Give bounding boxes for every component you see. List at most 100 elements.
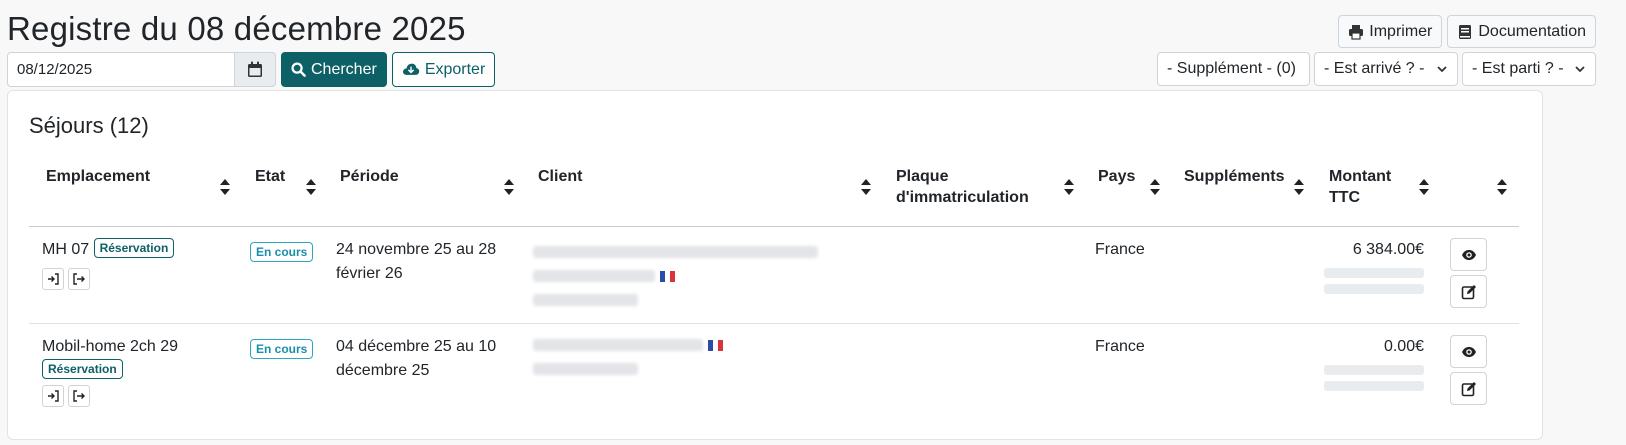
emplacement-name: Mobil-home 2ch 29 <box>42 338 179 355</box>
table-header: Emplacement Etat Période Client Plaque d… <box>29 163 1519 227</box>
date-input[interactable]: 08/12/2025 <box>7 52 234 87</box>
departed-filter[interactable]: - Est parti ? - <box>1462 52 1596 86</box>
etat-cell: En cours <box>250 240 314 264</box>
export-label: Exporter <box>424 60 486 78</box>
col-pays[interactable]: Pays <box>1098 166 1135 187</box>
arrival-actions <box>42 385 94 410</box>
mark-departed-button[interactable] <box>68 268 90 290</box>
redacted-text <box>533 270 655 282</box>
view-button[interactable] <box>1450 335 1487 368</box>
mark-arrived-button[interactable] <box>42 385 64 407</box>
french-flag-icon <box>660 270 675 282</box>
periode-cell: 04 décembre 25 au 10 décembre 25 <box>336 335 496 383</box>
search-button[interactable]: Chercher <box>281 52 387 87</box>
col-client[interactable]: Client <box>538 166 582 187</box>
redacted-client-line <box>533 246 818 258</box>
payment-progress <box>1324 268 1424 278</box>
col-plaque-line1: Plaque <box>896 168 949 185</box>
calendar-button[interactable] <box>234 52 276 87</box>
status-badge: En cours <box>250 242 314 262</box>
sort-icon[interactable] <box>1418 177 1430 197</box>
supplement-filter[interactable]: - Supplément - (0) <box>1157 52 1310 86</box>
col-etat[interactable]: Etat <box>255 166 285 187</box>
reservation-badge: Réservation <box>42 359 123 379</box>
arrived-filter[interactable]: - Est arrivé ? - <box>1314 52 1458 86</box>
arrive-icon <box>48 273 59 285</box>
montant-value: 6 384.00€ <box>1352 241 1424 258</box>
emplacement-cell: Mobil-home 2ch 29 Réservation <box>42 335 178 383</box>
search-label: Chercher <box>311 60 377 78</box>
redacted-client-line <box>533 294 638 306</box>
search-icon <box>291 62 306 77</box>
montant-value: 0.00€ <box>1383 338 1424 355</box>
col-montant-line1: Montant <box>1329 168 1392 185</box>
col-plaque[interactable]: Plaque d'immatriculation <box>896 166 1029 208</box>
mark-arrived-button[interactable] <box>42 268 64 290</box>
print-label: Imprimer <box>1369 22 1433 40</box>
depart-icon <box>73 273 85 285</box>
calendar-icon <box>248 61 262 77</box>
edit-button[interactable] <box>1450 275 1487 308</box>
col-supplements[interactable]: Suppléments <box>1184 166 1284 187</box>
print-button[interactable]: Imprimer <box>1338 15 1443 48</box>
sort-icon[interactable] <box>1063 177 1075 197</box>
chevron-down-icon <box>1575 66 1585 73</box>
client-cell <box>533 240 833 318</box>
book-icon <box>1459 24 1472 39</box>
view-button[interactable] <box>1450 238 1487 271</box>
arrival-actions <box>42 268 94 293</box>
french-flag-icon <box>708 339 723 351</box>
edit-icon <box>1461 381 1476 396</box>
pays-cell: France <box>1095 338 1145 355</box>
eye-icon <box>1461 346 1476 357</box>
sort-icon[interactable] <box>219 177 231 197</box>
col-periode[interactable]: Période <box>340 166 399 187</box>
section-title: Séjours (12) <box>29 113 149 138</box>
sort-icon[interactable] <box>503 177 515 197</box>
sort-icon[interactable] <box>1293 177 1305 197</box>
table-row: MH 07 Réservation En cours 24 novembre 2… <box>29 228 1519 324</box>
sort-icon[interactable] <box>305 177 317 197</box>
periode-line1: 24 novembre 25 au 28 <box>336 241 497 258</box>
documentation-label: Documentation <box>1478 22 1586 40</box>
top-actions: Imprimer Documentation <box>1338 15 1596 48</box>
emplacement-cell: MH 07 Réservation <box>42 238 175 262</box>
export-button[interactable]: Exporter <box>391 52 496 87</box>
pays-cell: France <box>1095 241 1145 258</box>
edit-button[interactable] <box>1450 372 1487 405</box>
search-row: 08/12/2025 Chercher Exporter <box>7 52 496 87</box>
arrived-filter-label: - Est arrivé ? - <box>1324 60 1425 77</box>
documentation-button[interactable]: Documentation <box>1447 15 1596 48</box>
departed-filter-label: - Est parti ? - <box>1472 60 1564 77</box>
redacted-client-line <box>533 363 638 375</box>
client-cell <box>533 339 833 387</box>
sort-icon[interactable] <box>860 177 872 197</box>
col-montant-line2: TTC <box>1329 189 1361 206</box>
depart-icon <box>73 390 85 402</box>
periode-line2: février 26 <box>336 265 403 282</box>
edit-icon <box>1461 284 1476 299</box>
payment-progress <box>1324 284 1424 294</box>
table-row: Mobil-home 2ch 29 Réservation En cours 0… <box>29 325 1519 445</box>
col-emplacement[interactable]: Emplacement <box>46 166 150 187</box>
status-badge: En cours <box>250 339 314 359</box>
eye-icon <box>1461 249 1476 260</box>
periode-cell: 24 novembre 25 au 28 février 26 <box>336 238 496 286</box>
redacted-client-line <box>533 339 833 351</box>
supplement-filter-label: - Supplément - (0) <box>1167 60 1296 77</box>
redacted-client-line <box>533 270 833 282</box>
col-montant[interactable]: Montant TTC <box>1329 166 1391 208</box>
payment-progress <box>1324 365 1424 375</box>
redacted-text <box>533 339 703 351</box>
filters: - Supplément - (0) - Est arrivé ? - - Es… <box>1157 52 1596 86</box>
sort-icon[interactable] <box>1149 177 1161 197</box>
stays-card: Séjours (12) Emplacement Etat Période Cl… <box>7 90 1543 440</box>
sort-icon[interactable] <box>1496 177 1508 197</box>
payment-progress <box>1324 381 1424 391</box>
page-title: Registre du 08 décembre 2025 <box>7 10 466 47</box>
mark-departed-button[interactable] <box>68 385 90 407</box>
col-plaque-line2: d'immatriculation <box>896 189 1029 206</box>
montant-cell: 0.00€ <box>1324 335 1424 391</box>
emplacement-name: MH 07 <box>42 241 90 258</box>
cloud-download-icon <box>402 63 420 75</box>
